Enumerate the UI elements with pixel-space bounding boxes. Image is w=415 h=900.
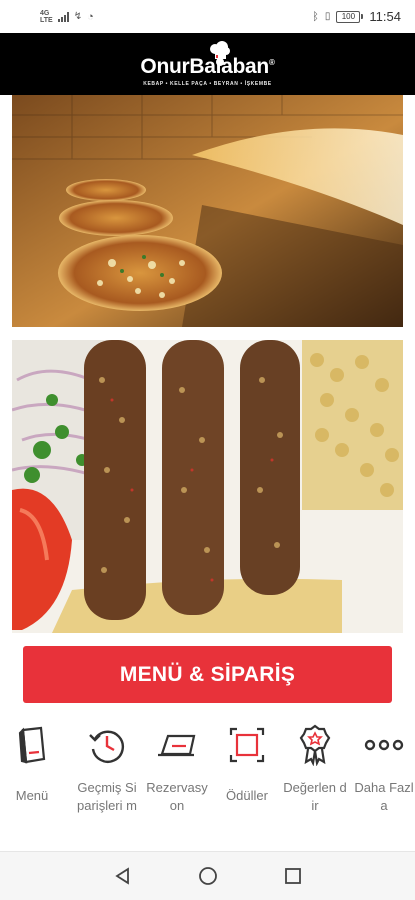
reward-box-icon: [227, 723, 267, 767]
network-type-label: 4G LTE: [40, 9, 53, 24]
more-dots-icon: [364, 723, 404, 767]
back-icon[interactable]: [113, 866, 133, 886]
cta-area: MENÜ & SİPARİŞ: [0, 640, 415, 715]
system-navigation-bar: [0, 851, 415, 900]
status-right: ᛒ ▯ 100 11:54: [312, 9, 401, 24]
app-header: OnurBalaban® KEBAP • KELLE PAÇA • BEYRAN…: [0, 33, 415, 95]
nav-item-menu[interactable]: Menü: [0, 723, 72, 805]
nav-item-rate[interactable]: Değerlen dir: [275, 723, 355, 815]
status-time: 11:54: [369, 9, 401, 24]
speed-icon: ↯: [73, 11, 83, 22]
status-left: 4G LTE ↯ ◔: [40, 10, 94, 24]
reservation-sign-icon: [156, 723, 198, 767]
nav-label-more: Daha Fazla: [354, 780, 414, 813]
nav-label-history: Geçmiş Siparişleri m: [77, 780, 137, 813]
signal-icon: [57, 11, 69, 22]
brand-logo: OnurBalaban® KEBAP • KELLE PAÇA • BEYRAN…: [140, 41, 275, 87]
bluetooth-icon: ᛒ: [312, 10, 319, 23]
adana-kebab-photo[interactable]: [12, 340, 403, 633]
chef-hat-icon: [210, 41, 231, 66]
oven-lahmacun-photo[interactable]: [12, 95, 403, 327]
nav-label-rewards: Ödüller: [226, 788, 268, 803]
status-bar: 4G LTE ↯ ◔ ᛒ ▯ 100 11:54: [0, 0, 415, 33]
menu-order-button[interactable]: MENÜ & SİPARİŞ: [23, 646, 392, 703]
wifi-icon: ◔: [87, 10, 94, 23]
menu-document-icon: [17, 723, 47, 767]
rosette-icon: [298, 723, 332, 767]
brand-tagline: KEBAP • KELLE PAÇA • BEYRAN • İŞKEMBE: [143, 81, 272, 87]
battery-icon: 100: [336, 10, 364, 23]
home-icon[interactable]: [198, 866, 218, 886]
battery-level: 100: [336, 10, 361, 23]
nav-item-more[interactable]: Daha Fazla: [344, 723, 415, 815]
main-content[interactable]: [0, 95, 415, 640]
nav-label-menu: Menü: [15, 788, 49, 803]
nav-label-rate: Değerlen dir: [283, 780, 347, 813]
history-icon: [87, 723, 127, 767]
nav-item-history[interactable]: Geçmiş Siparişleri m: [67, 723, 147, 815]
nav-item-reservation[interactable]: Rezervasy on: [137, 723, 217, 815]
vibrate-icon: ▯: [324, 11, 331, 22]
nav-label-reservation: Rezervasy on: [146, 780, 208, 813]
bottom-navigation: Menü Geçmiş Siparişleri m Rezervasy on Ö…: [0, 715, 415, 845]
recents-icon[interactable]: [283, 866, 303, 886]
